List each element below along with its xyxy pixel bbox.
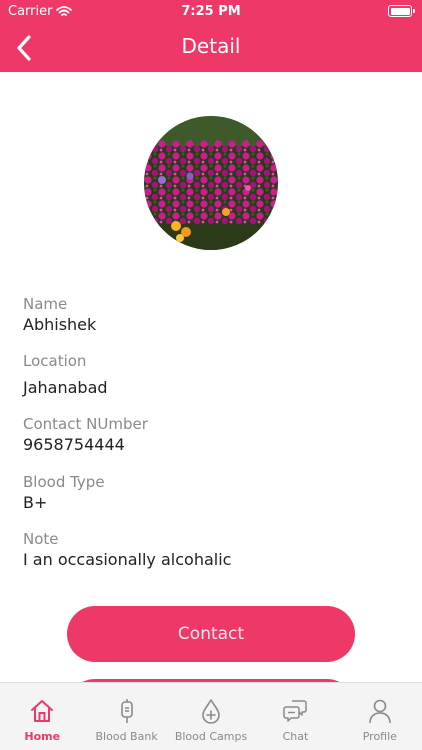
- navigation-bar: Detail: [0, 24, 422, 72]
- tab-profile[interactable]: Profile: [338, 683, 422, 750]
- tab-home-label: Home: [24, 730, 61, 743]
- note-value: I an occasionally alcohalic: [23, 550, 232, 569]
- tab-profile-label: Profile: [362, 730, 397, 743]
- tab-blood-bank-label: Blood Bank: [95, 730, 158, 743]
- status-bar: Carrier 7:25 PM: [0, 0, 422, 24]
- battery-icon: [388, 5, 415, 17]
- tab-bar: Home Blood Bank Blood Camps Chat Profile: [0, 682, 422, 750]
- user-icon: [366, 697, 394, 725]
- name-label: Name: [23, 295, 68, 313]
- tab-home[interactable]: Home: [0, 683, 84, 750]
- location-value: Jahanabad: [23, 378, 108, 397]
- name-value: Abhishek: [23, 315, 97, 334]
- page-title: Detail: [181, 34, 241, 58]
- blood-bag-icon: [113, 697, 141, 725]
- detail-note: Note I an occasionally alcohalic: [23, 530, 231, 569]
- contact-number-label: Contact NUmber: [23, 415, 148, 433]
- status-time: 7:25 PM: [181, 4, 241, 19]
- profile-avatar: [144, 116, 278, 250]
- blood-type-label: Blood Type: [23, 473, 105, 491]
- contact-number-value: 9658754444: [23, 435, 125, 454]
- tab-blood-camps[interactable]: Blood Camps: [169, 683, 253, 750]
- blood-type-value: B+: [23, 493, 48, 512]
- detail-contact-number: Contact NUmber 9658754444: [23, 415, 148, 454]
- tab-blood-camps-label: Blood Camps: [174, 730, 248, 743]
- detail-name: Name Abhishek: [23, 295, 96, 334]
- home-icon: [28, 697, 56, 725]
- contact-button[interactable]: Contact: [67, 606, 355, 662]
- detail-location: Location Jahanabad: [23, 352, 108, 397]
- tab-chat[interactable]: Chat: [253, 683, 337, 750]
- flower-photo: [144, 116, 278, 250]
- tab-blood-bank[interactable]: Blood Bank: [84, 683, 168, 750]
- note-label: Note: [23, 530, 59, 548]
- location-label: Location: [23, 352, 87, 370]
- chat-bubbles-icon: [281, 697, 309, 725]
- blood-drop-plus-icon: [197, 697, 225, 725]
- app-header: Carrier 7:25 PM Detail: [0, 0, 422, 72]
- tab-chat-label: Chat: [282, 730, 309, 743]
- detail-blood-type: Blood Type B+: [23, 473, 105, 512]
